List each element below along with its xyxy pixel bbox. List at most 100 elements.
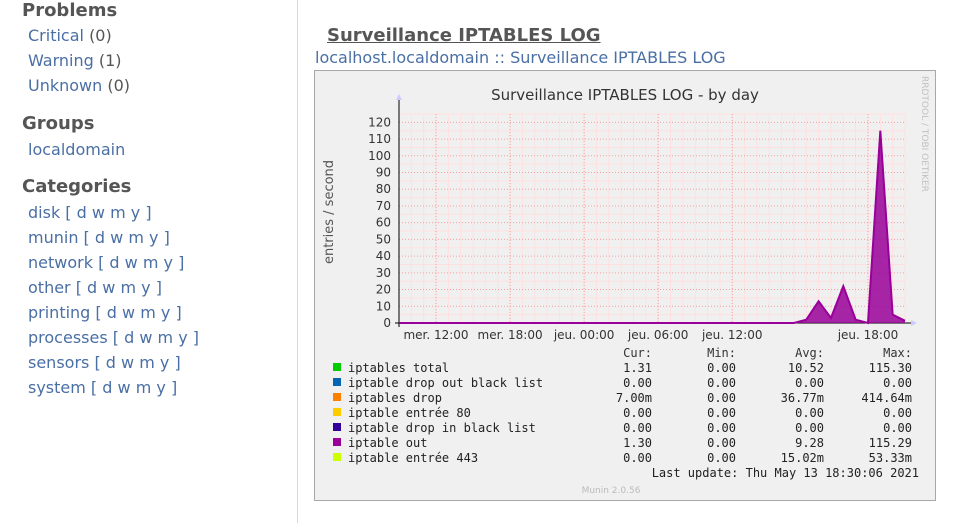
category-network-period-d[interactable]: d [109, 253, 119, 272]
x-tick-label: mer. 18:00 [478, 328, 543, 342]
category-munin-period-w[interactable]: w [110, 228, 123, 247]
category-disk-period-w[interactable]: w [92, 203, 105, 222]
y-tick-label: 90 [376, 166, 391, 180]
y-tick-label: 100 [368, 149, 391, 163]
category-system-period-w[interactable]: w [118, 378, 131, 397]
legend-value-max: 0.00 [883, 406, 912, 420]
category-sensors-period-d[interactable]: d [106, 353, 116, 372]
problem-critical: Critical (0) [28, 26, 112, 45]
y-tick-label: 70 [376, 199, 391, 213]
legend-value-max: 115.29 [869, 436, 912, 450]
breadcrumb: localhost.localdomain :: Surveillance IP… [315, 48, 726, 67]
category-printing-period-y[interactable]: y [161, 303, 170, 322]
legend-label: iptables drop [348, 391, 442, 405]
x-tick-label: jeu. 18:00 [837, 328, 899, 342]
legend-value-max: 0.00 [883, 421, 912, 435]
series-line-5 [399, 130, 906, 325]
category-network-period-w[interactable]: w [125, 253, 138, 272]
breadcrumb-separator: :: [494, 48, 505, 67]
rrdtool-credit: RRDTOOL / TOBI OETIKER [919, 76, 929, 192]
breadcrumb-host-link[interactable]: localhost.localdomain [315, 48, 489, 67]
category-processes-period-d[interactable]: d [124, 328, 134, 347]
category-sensors-period-w[interactable]: w [121, 353, 134, 372]
category-sensors-period-y[interactable]: y [160, 353, 169, 372]
category-system-period-d[interactable]: d [102, 378, 112, 397]
breadcrumb-page-link[interactable]: Surveillance IPTABLES LOG [510, 48, 726, 67]
category-processes-period-y[interactable]: y [178, 328, 187, 347]
legend: Cur: Min: Avg: Max:iptables total 1.31 0.00 10… [333, 346, 912, 465]
category-system-period-m[interactable]: m [136, 378, 152, 397]
category-processes-period-w[interactable]: w [139, 328, 152, 347]
legend-swatch [333, 378, 341, 386]
munin-version: Munin 2.0.56 [582, 486, 641, 496]
y-tick-label: 110 [368, 132, 391, 146]
category-row-other: other [ d w m y ] [28, 278, 162, 297]
y-tick-label: 10 [376, 299, 391, 313]
legend-label: iptable drop out black list [348, 376, 543, 390]
category-other-period-m[interactable]: m [120, 278, 136, 297]
category-munin-period-m[interactable]: m [128, 228, 144, 247]
category-network-period-m[interactable]: m [143, 253, 159, 272]
category-system-period-y[interactable]: y [156, 378, 165, 397]
category-link-other[interactable]: other [28, 278, 71, 297]
legend-label: iptable out [348, 436, 427, 450]
category-printing-period-w[interactable]: w [122, 303, 135, 322]
category-other-period-w[interactable]: w [102, 278, 115, 297]
group-localdomain-link[interactable]: localdomain [28, 140, 125, 159]
legend-label: iptables total [348, 361, 449, 375]
x-tick-label: mer. 12:00 [403, 328, 468, 342]
legend-value-avg: 15.02m [781, 451, 824, 465]
chart-title: Surveillance IPTABLES LOG - by day [491, 86, 759, 104]
category-printing-period-d[interactable]: d [107, 303, 117, 322]
critical-count: (0) [89, 26, 112, 45]
category-munin-period-y[interactable]: y [149, 228, 158, 247]
category-munin-period-d[interactable]: d [95, 228, 105, 247]
category-printing-period-m[interactable]: m [140, 303, 156, 322]
legend-value-avg: 0.00 [795, 421, 824, 435]
legend-value-min: 0.00 [707, 391, 736, 405]
y-tick-label: 60 [376, 216, 391, 230]
legend-swatch [333, 423, 341, 431]
legend-column-header: Avg: [795, 346, 824, 360]
y-tick-label: 30 [376, 266, 391, 280]
category-link-system[interactable]: system [28, 378, 86, 397]
categories-heading: Categories [22, 176, 132, 197]
category-disk-period-d[interactable]: d [77, 203, 87, 222]
category-other-period-y[interactable]: y [141, 278, 150, 297]
category-link-printing[interactable]: printing [28, 303, 90, 322]
category-link-disk[interactable]: disk [28, 203, 60, 222]
munin-graph[interactable]: 0 10 20 30 40 50 60 70 80 90 100 110 120 mer. 12:00 m… [314, 70, 936, 501]
legend-value-min: 0.00 [707, 361, 736, 375]
category-row-munin: munin [ d w m y ] [28, 228, 170, 247]
legend-value-min: 0.00 [707, 421, 736, 435]
y-tick-label: 50 [376, 232, 391, 246]
x-axis-arrow [911, 320, 917, 326]
category-network-period-y[interactable]: y [164, 253, 173, 272]
x-tick-label: jeu. 00:00 [553, 328, 615, 342]
category-link-munin[interactable]: munin [28, 228, 78, 247]
x-tick-label: jeu. 06:00 [627, 328, 689, 342]
page-title: Surveillance IPTABLES LOG [327, 25, 601, 46]
category-link-processes[interactable]: processes [28, 328, 108, 347]
category-disk-period-m[interactable]: m [110, 203, 126, 222]
x-tick-labels: mer. 12:00 mer. 18:00 jeu. 00:00 jeu. 06:00… [403, 328, 898, 342]
category-link-sensors[interactable]: sensors [28, 353, 89, 372]
category-row-printing: printing [ d w m y ] [28, 303, 182, 322]
category-other-period-d[interactable]: d [87, 278, 97, 297]
legend-value-max: 0.00 [883, 376, 912, 390]
category-link-network[interactable]: network [28, 253, 93, 272]
category-row-disk: disk [ d w m y ] [28, 203, 152, 222]
category-row-sensors: sensors [ d w m y ] [28, 353, 181, 372]
warning-count: (1) [98, 51, 122, 70]
category-disk-period-y[interactable]: y [131, 203, 140, 222]
unknown-link[interactable]: Unknown [28, 76, 102, 95]
series-area-5 [399, 130, 905, 323]
legend-label: iptable drop in black list [348, 421, 536, 435]
category-sensors-period-m[interactable]: m [139, 353, 155, 372]
group-item: localdomain [28, 140, 125, 159]
legend-value-avg: 9.28 [795, 436, 824, 450]
warning-link[interactable]: Warning [28, 51, 94, 70]
legend-value-cur: 0.00 [623, 451, 652, 465]
critical-link[interactable]: Critical [28, 26, 84, 45]
category-processes-period-m[interactable]: m [158, 328, 174, 347]
